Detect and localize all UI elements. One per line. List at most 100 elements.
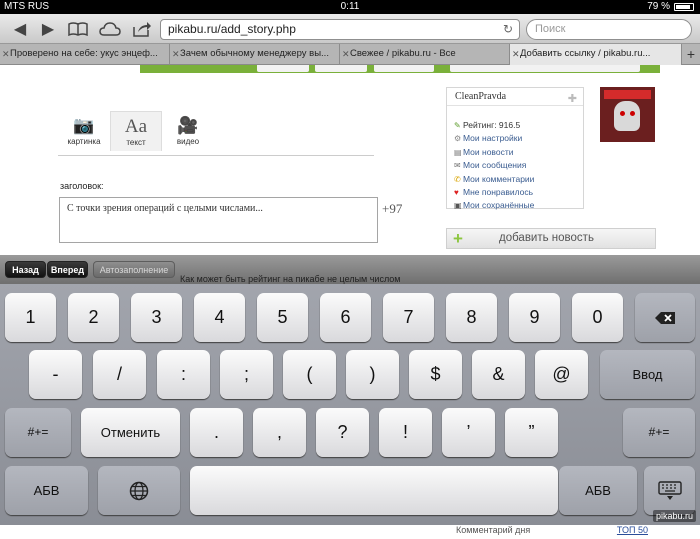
user-link-comments[interactable]: ✆ Мои комментарии xyxy=(454,173,534,186)
battery-percent: 79 % xyxy=(647,1,670,12)
key-exclamation[interactable]: ! xyxy=(379,408,432,457)
user-name[interactable]: CleanPravda ✚ xyxy=(447,88,583,106)
news-icon: ▤ xyxy=(454,147,462,157)
address-bar[interactable]: pikabu.ru/add_story.php ↻ xyxy=(160,19,520,40)
key-dollar[interactable]: $ xyxy=(409,350,462,399)
user-link-news[interactable]: ▤Мои новости xyxy=(454,146,534,159)
story-text-partial: Как может быть рейтинг на пикабе не целы… xyxy=(180,274,401,284)
user-link-messages[interactable]: ✉ Мои сообщения xyxy=(454,159,534,172)
rating-icon: ✎ xyxy=(454,121,461,130)
bookmarks-book-icon[interactable] xyxy=(66,19,90,39)
user-panel: CleanPravda ✚ ✎ Рейтинг: 916.5 ⚙ Мои настр… xyxy=(446,87,584,210)
key-ampersand[interactable]: & xyxy=(472,350,525,399)
gear-icon: ⚙ xyxy=(454,134,462,144)
close-tab-icon[interactable]: ✕ xyxy=(2,44,10,64)
close-tab-icon[interactable]: ✕ xyxy=(172,44,180,64)
key-1[interactable]: 1 xyxy=(5,293,56,342)
back-arrow-icon[interactable]: ◀ xyxy=(8,19,32,39)
user-link-saved[interactable]: ▣Мои сохранённые xyxy=(454,199,534,212)
key-apostrophe[interactable]: ’ xyxy=(442,408,495,457)
key-0[interactable]: 0 xyxy=(572,293,623,342)
symbols-key-right[interactable]: #+= xyxy=(623,408,695,457)
media-type-tabs: 📷 картинка Aa текст 🎥 видео xyxy=(58,111,214,151)
key-question[interactable]: ? xyxy=(316,408,369,457)
on-screen-keyboard: 1 2 3 4 5 6 7 8 9 0 - / : ; ( ) $ & @ Вв… xyxy=(0,284,700,525)
title-field[interactable]: С точки зрения операций с целыми числами… xyxy=(59,197,378,243)
key-5[interactable]: 5 xyxy=(257,293,308,342)
camera-icon: 📷 xyxy=(73,116,95,135)
tab-label: Проверено на себе: укус энцеф... xyxy=(10,48,158,59)
tab-label: Зачем обычному менеджеру вы... xyxy=(180,48,329,59)
key-slash[interactable]: / xyxy=(93,350,146,399)
browser-tab[interactable]: ✕ Свежее / pikabu.ru - Все xyxy=(340,44,510,65)
user-rating: ✎ Рейтинг: 916.5 xyxy=(454,119,534,132)
key-close-paren[interactable]: ) xyxy=(346,350,399,399)
key-comma[interactable]: , xyxy=(253,408,306,457)
add-news-button[interactable]: + добавить новость xyxy=(446,228,656,249)
user-menu: ✎ Рейтинг: 916.5 ⚙ Мои настройки ▤Мои ново… xyxy=(454,119,534,213)
browser-toolbar: ◀ ▶ pikabu.ru/add_story.php ↻ Поиск xyxy=(0,14,700,44)
browser-tab[interactable]: ✕ Проверено на себе: укус энцеф... xyxy=(0,44,170,65)
user-link-liked[interactable]: ♥ Мне понравилось xyxy=(454,186,534,199)
address-text: pikabu.ru/add_story.php xyxy=(168,22,296,36)
site-top-nav xyxy=(140,65,660,73)
key-open-paren[interactable]: ( xyxy=(283,350,336,399)
media-tab-picture[interactable]: 📷 картинка xyxy=(58,111,110,151)
title-char-counter: +97 xyxy=(382,201,403,216)
key-3[interactable]: 3 xyxy=(131,293,182,342)
undo-key[interactable]: Отменить xyxy=(81,408,180,457)
enter-key[interactable]: Ввод xyxy=(600,350,695,399)
backspace-key[interactable] xyxy=(635,293,695,342)
symbols-key-left[interactable]: #+= xyxy=(5,408,71,457)
key-colon[interactable]: : xyxy=(157,350,210,399)
key-semicolon[interactable]: ; xyxy=(220,350,273,399)
media-tab-video[interactable]: 🎥 видео xyxy=(162,111,214,151)
close-tab-icon[interactable]: ✕ xyxy=(342,44,350,64)
hide-keyboard-icon xyxy=(657,481,682,501)
space-key[interactable] xyxy=(190,466,558,515)
title-label: заголовок: xyxy=(60,181,104,191)
new-tab-button[interactable]: + xyxy=(682,44,700,64)
key-at[interactable]: @ xyxy=(535,350,588,399)
next-field-button[interactable]: Вперед xyxy=(47,261,88,278)
close-tab-icon[interactable]: ✕ xyxy=(512,44,520,64)
avatar[interactable] xyxy=(600,87,655,142)
envelope-icon: ✉ xyxy=(454,161,461,171)
key-9[interactable]: 9 xyxy=(509,293,560,342)
forward-arrow-icon[interactable]: ▶ xyxy=(36,19,60,39)
key-quote[interactable]: ” xyxy=(505,408,558,457)
icloud-icon[interactable] xyxy=(98,19,122,39)
clock: 0:11 xyxy=(340,1,360,12)
video-camera-icon: 🎥 xyxy=(177,116,199,135)
search-input[interactable]: Поиск xyxy=(526,19,692,40)
autofill-button[interactable]: Автозаполнение xyxy=(93,261,175,278)
user-link-settings[interactable]: ⚙ Мои настройки xyxy=(454,132,534,145)
status-bar: MTS RUS 0:11 79 % xyxy=(0,0,700,14)
media-tabs-divider xyxy=(58,155,374,156)
key-period[interactable]: . xyxy=(190,408,243,457)
heart-icon: ♥ xyxy=(454,188,459,198)
previous-field-button[interactable]: Назад xyxy=(5,261,46,278)
browser-tab-active[interactable]: ✕ Добавить ссылку / pikabu.ru... xyxy=(510,44,682,65)
key-2[interactable]: 2 xyxy=(68,293,119,342)
reload-icon[interactable]: ↻ xyxy=(503,20,513,39)
key-6[interactable]: 6 xyxy=(320,293,371,342)
comment-icon: ✆ xyxy=(454,174,461,184)
hide-keyboard-key[interactable] xyxy=(644,466,695,515)
backspace-icon xyxy=(655,312,675,325)
tab-label: Добавить ссылку / pikabu.ru... xyxy=(520,48,651,59)
globe-key[interactable] xyxy=(98,466,180,515)
browser-tab[interactable]: ✕ Зачем обычному менеджеру вы... xyxy=(170,44,340,65)
key-4[interactable]: 4 xyxy=(194,293,245,342)
web-page: 📷 картинка Aa текст 🎥 видео заголовок: С… xyxy=(0,65,700,255)
share-icon[interactable] xyxy=(130,19,154,39)
alphabet-key-right[interactable]: АБВ xyxy=(559,466,637,515)
key-dash[interactable]: - xyxy=(29,350,82,399)
globe-icon xyxy=(129,482,149,501)
key-8[interactable]: 8 xyxy=(446,293,497,342)
alphabet-key-left[interactable]: АБВ xyxy=(5,466,88,515)
watermark: pikabu.ru xyxy=(652,510,696,522)
tab-bar: ✕ Проверено на себе: укус энцеф... ✕ Зач… xyxy=(0,44,700,65)
media-tab-text[interactable]: Aa текст xyxy=(110,111,162,151)
key-7[interactable]: 7 xyxy=(383,293,434,342)
